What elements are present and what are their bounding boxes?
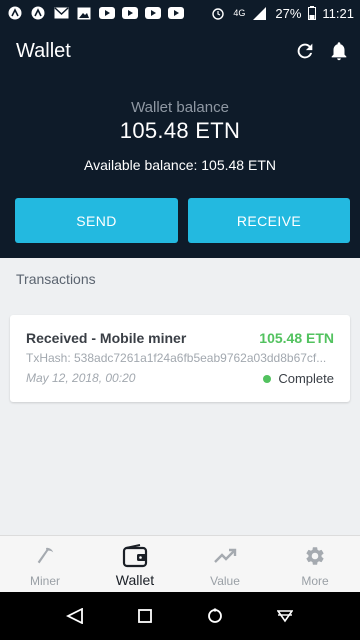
system-status: 4G 27% 11:21 (209, 6, 354, 21)
signal-icon (251, 6, 269, 20)
available-balance: Available balance: 105.48 ETN (84, 157, 276, 173)
notification-icons (6, 6, 185, 20)
nav-label-miner: Miner (29, 574, 60, 588)
send-button[interactable]: SEND (15, 198, 178, 243)
home-button[interactable] (129, 600, 161, 632)
transaction-status: Complete (263, 371, 334, 386)
image-icon (75, 6, 93, 20)
wallet-header: Wallet Wallet balance 105.48 ETN Availab… (0, 26, 360, 258)
app-icon (29, 6, 47, 20)
battery-percent: 27% (275, 5, 302, 21)
transaction-card[interactable]: Received - Mobile miner 105.48 ETN TxHas… (10, 315, 350, 402)
nav-item-miner[interactable]: Miner (0, 536, 90, 592)
network-type: 4G (233, 8, 246, 18)
notification-shade-button[interactable] (269, 600, 301, 632)
app-icon (6, 6, 24, 20)
youtube-icon (98, 6, 116, 20)
bottom-nav: Miner Wallet Value More (0, 535, 360, 592)
youtube-icon (167, 6, 185, 20)
status-bar: 4G 27% 11:21 (0, 0, 360, 26)
recents-icon (208, 608, 222, 623)
bell-icon (331, 42, 347, 61)
back-button[interactable] (59, 600, 91, 632)
status-dot-icon (263, 374, 272, 383)
nav-label-value: Value (210, 574, 240, 588)
transaction-hash: TxHash: 538adc7261a1f24a6fb5eab9762a03dd… (26, 351, 327, 365)
wallet-icon (122, 544, 148, 568)
nav-item-wallet[interactable]: Wallet (90, 536, 180, 592)
page-title: Wallet (16, 40, 71, 62)
clock: 11:21 (322, 5, 354, 21)
chevron-down-icon (277, 610, 293, 623)
notifications-button[interactable] (326, 38, 352, 64)
android-nav-bar (0, 592, 360, 640)
balance-value: 105.48 ETN (119, 118, 241, 143)
youtube-icon (121, 6, 139, 20)
nav-item-value[interactable]: Value (180, 536, 270, 592)
gear-icon (302, 544, 328, 568)
transaction-title: Received - Mobile miner (26, 330, 187, 346)
transaction-amount: 105.48 ETN (259, 330, 334, 346)
nav-item-more[interactable]: More (270, 536, 360, 592)
transaction-date: May 12, 2018, 00:20 (26, 371, 136, 385)
status-label: Complete (278, 371, 334, 386)
trending-up-icon (212, 544, 238, 568)
nav-label-more: More (301, 574, 329, 588)
receive-button[interactable]: RECEIVE (188, 198, 350, 243)
balance-label: Wallet balance (131, 99, 229, 116)
pickaxe-icon (32, 544, 58, 568)
gmail-icon (52, 6, 70, 20)
recents-button[interactable] (199, 600, 231, 632)
back-icon (66, 608, 83, 624)
youtube-icon (144, 6, 162, 20)
home-icon (138, 609, 152, 623)
refresh-button[interactable] (292, 38, 318, 64)
alarm-icon (209, 6, 227, 20)
nav-label-wallet: Wallet (115, 572, 155, 588)
transactions-heading: Transactions (16, 271, 96, 287)
refresh-icon (297, 43, 313, 59)
battery-icon (307, 6, 316, 20)
